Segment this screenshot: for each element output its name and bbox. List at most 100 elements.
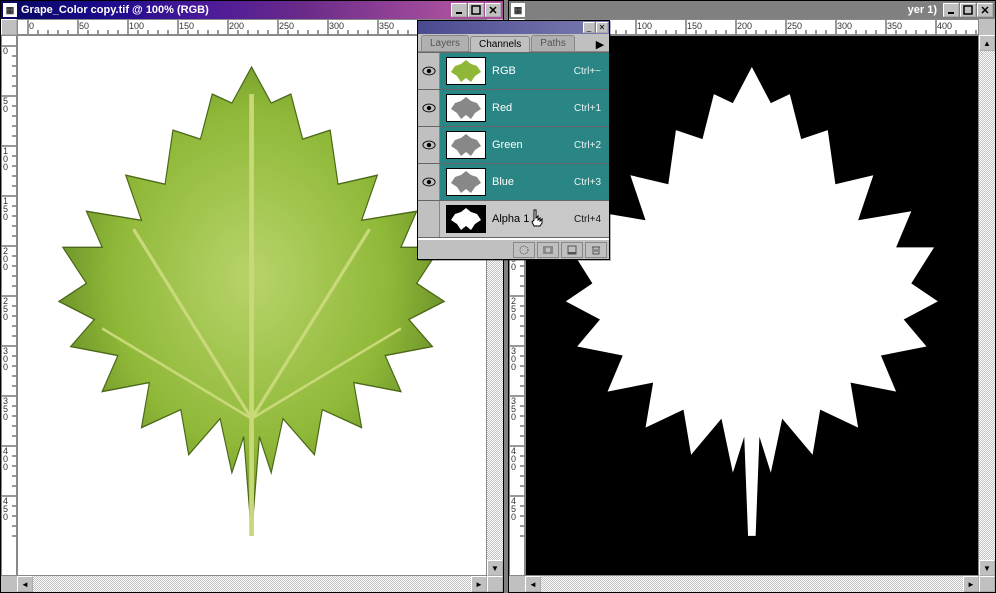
svg-text:0: 0 (511, 312, 516, 322)
panel-titlebar[interactable]: _ ✕ (418, 21, 609, 34)
resize-grip[interactable] (979, 576, 995, 592)
channel-name: RGB (492, 65, 574, 77)
document-icon: ▦ (3, 3, 17, 17)
svg-text:150: 150 (179, 21, 194, 31)
channel-thumbnail (446, 94, 486, 122)
save-selection-button[interactable] (537, 242, 559, 258)
title-text-alpha: yer 1) (529, 4, 943, 16)
scroll-track-h[interactable] (33, 576, 471, 592)
channel-thumbnail (446, 168, 486, 196)
svg-text:0: 0 (3, 312, 8, 322)
channel-shortcut: Ctrl+2 (574, 140, 601, 151)
minimize-button[interactable] (451, 3, 467, 17)
title-text-color: Grape_Color copy.tif @ 100% (RGB) (21, 4, 451, 16)
svg-text:0: 0 (511, 462, 516, 472)
delete-channel-button[interactable] (585, 242, 607, 258)
svg-text:0: 0 (29, 21, 34, 31)
svg-text:0: 0 (511, 512, 516, 522)
channel-name: Blue (492, 176, 574, 188)
visibility-toggle[interactable] (418, 127, 440, 163)
scroll-track-v[interactable] (979, 51, 995, 560)
svg-text:350: 350 (379, 21, 394, 31)
svg-text:250: 250 (787, 21, 802, 31)
maximize-button[interactable] (468, 3, 484, 17)
tab-layers[interactable]: Layers (421, 35, 469, 51)
scrollbar-horizontal[interactable]: ◄ ► (525, 576, 979, 592)
channels-panel[interactable]: _ ✕ Layers Channels Paths ▶ RGBCtrl+~Red… (417, 20, 610, 260)
ruler-corner[interactable] (1, 19, 17, 35)
channel-shortcut: Ctrl+~ (574, 66, 601, 77)
titlebar-alpha[interactable]: ▦ yer 1) (509, 1, 995, 19)
channel-row-blue[interactable]: BlueCtrl+3 (418, 164, 609, 201)
svg-text:0: 0 (3, 162, 8, 172)
visibility-toggle[interactable] (418, 164, 440, 200)
channel-shortcut: Ctrl+4 (574, 214, 601, 225)
visibility-toggle[interactable] (418, 53, 440, 89)
maximize-button[interactable] (960, 3, 976, 17)
channel-thumbnail (446, 57, 486, 85)
channel-row-alpha-1[interactable]: Alpha 1Ctrl+4 (418, 201, 609, 238)
titlebar-color[interactable]: ▦ Grape_Color copy.tif @ 100% (RGB) (1, 1, 503, 19)
close-button[interactable] (485, 3, 501, 17)
channel-thumbnail (446, 131, 486, 159)
svg-text:0: 0 (3, 46, 8, 56)
scroll-left-button[interactable]: ◄ (17, 576, 33, 592)
svg-text:350: 350 (887, 21, 902, 31)
channel-shortcut: Ctrl+1 (574, 103, 601, 114)
channel-shortcut: Ctrl+3 (574, 177, 601, 188)
leaf-alpha-mask (562, 58, 942, 554)
scroll-left-button[interactable]: ◄ (525, 576, 541, 592)
svg-text:0: 0 (3, 104, 8, 114)
tab-paths[interactable]: Paths (531, 35, 575, 51)
document-icon: ▦ (511, 3, 525, 17)
ruler-vertical[interactable]: 050100150200250300350400450 (1, 35, 17, 576)
scrollbar-vertical[interactable]: ▲ ▼ (979, 35, 995, 576)
scroll-up-button[interactable]: ▲ (979, 35, 995, 51)
svg-text:0: 0 (3, 262, 8, 272)
visibility-toggle[interactable] (418, 201, 440, 237)
channel-name: Green (492, 139, 574, 151)
svg-text:0: 0 (511, 262, 516, 272)
svg-text:400: 400 (937, 21, 952, 31)
channel-row-red[interactable]: RedCtrl+1 (418, 90, 609, 127)
svg-text:100: 100 (129, 21, 144, 31)
scroll-right-button[interactable]: ► (963, 576, 979, 592)
resize-grip[interactable] (487, 576, 503, 592)
panel-menu-arrow-icon[interactable]: ▶ (594, 37, 606, 51)
scroll-right-button[interactable]: ► (471, 576, 487, 592)
svg-text:0: 0 (511, 412, 516, 422)
panel-close-button[interactable]: ✕ (596, 22, 608, 33)
svg-text:0: 0 (511, 362, 516, 372)
channel-name: Red (492, 102, 574, 114)
panel-minimize-button[interactable]: _ (583, 22, 595, 33)
svg-text:100: 100 (637, 21, 652, 31)
channel-thumbnail (446, 205, 486, 233)
svg-text:0: 0 (3, 362, 8, 372)
channel-row-rgb[interactable]: RGBCtrl+~ (418, 53, 609, 90)
svg-text:300: 300 (329, 21, 344, 31)
scrollbar-horizontal[interactable]: ◄ ► (17, 576, 487, 592)
svg-text:0: 0 (3, 212, 8, 222)
svg-text:300: 300 (837, 21, 852, 31)
tab-channels[interactable]: Channels (470, 36, 530, 52)
scroll-track-h[interactable] (541, 576, 963, 592)
channel-list: RGBCtrl+~RedCtrl+1GreenCtrl+2BlueCtrl+3A… (418, 52, 609, 239)
svg-text:0: 0 (3, 462, 8, 472)
svg-text:200: 200 (737, 21, 752, 31)
scroll-down-button[interactable]: ▼ (487, 560, 503, 576)
panel-tabstrip: Layers Channels Paths ▶ (418, 34, 609, 52)
channel-row-green[interactable]: GreenCtrl+2 (418, 127, 609, 164)
channel-name: Alpha 1 (492, 213, 574, 225)
svg-text:200: 200 (229, 21, 244, 31)
load-selection-button[interactable] (513, 242, 535, 258)
svg-text:250: 250 (279, 21, 294, 31)
new-channel-button[interactable] (561, 242, 583, 258)
minimize-button[interactable] (943, 3, 959, 17)
scroll-down-button[interactable]: ▼ (979, 560, 995, 576)
svg-text:0: 0 (3, 412, 8, 422)
svg-text:150: 150 (687, 21, 702, 31)
visibility-toggle[interactable] (418, 90, 440, 126)
svg-text:50: 50 (79, 21, 89, 31)
close-button[interactable] (977, 3, 993, 17)
panel-footer (418, 239, 609, 259)
